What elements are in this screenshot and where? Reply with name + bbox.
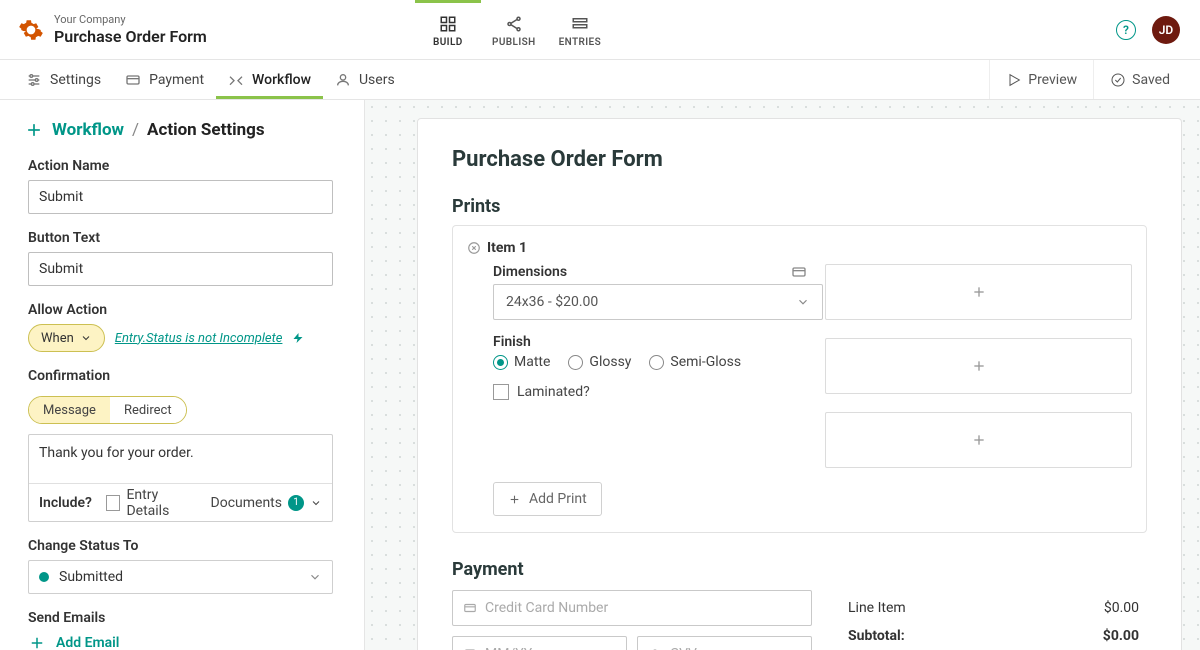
chevron-down-icon: [796, 295, 810, 309]
avatar[interactable]: JD: [1152, 16, 1180, 44]
subtab-payment[interactable]: Payment: [113, 60, 216, 99]
check-circle-icon: [1110, 72, 1126, 88]
prints-item-box: Item 1 Dimensions 24x36 - $20.00: [452, 225, 1147, 533]
action-name-input[interactable]: [28, 180, 333, 214]
subtotal-value: $0.00: [1103, 628, 1139, 644]
workflow-icon: [228, 72, 244, 88]
cc-cvv-input[interactable]: CVV: [637, 636, 812, 650]
status-value: Submitted: [59, 569, 123, 585]
plus-icon[interactable]: [24, 120, 44, 140]
saved-indicator: Saved: [1093, 60, 1186, 99]
mode-tabs: BUILD PUBLISH ENTRIES: [415, 0, 613, 59]
breadcrumb: Workflow / Action Settings: [24, 120, 336, 140]
subtotal-label: Subtotal:: [848, 628, 905, 644]
confirmation-box: Thank you for your order. Include? Entry…: [28, 434, 333, 522]
button-text-label: Button Text: [28, 230, 336, 246]
brand: Your Company Purchase Order Form: [0, 0, 225, 59]
action-name-label: Action Name: [28, 158, 336, 174]
cc-exp-input[interactable]: MM/YY: [452, 636, 627, 650]
seg-redirect[interactable]: Redirect: [110, 397, 186, 423]
user-icon: [335, 72, 351, 88]
breadcrumb-workflow-link[interactable]: Workflow: [52, 120, 124, 140]
plus-icon: [971, 358, 987, 374]
add-field-slot[interactable]: [825, 412, 1132, 468]
build-icon: [439, 15, 457, 33]
include-documents[interactable]: Documents 1: [211, 495, 322, 511]
chevron-down-icon: [80, 332, 92, 344]
dimensions-select[interactable]: 24x36 - $20.00: [493, 284, 823, 320]
finish-glossy[interactable]: Glossy: [568, 354, 631, 370]
rule-link[interactable]: Entry.Status is not Incomplete: [115, 331, 283, 346]
form-name: Purchase Order Form: [54, 27, 207, 46]
confirmation-message[interactable]: Thank you for your order.: [29, 435, 332, 483]
send-emails-label: Send Emails: [28, 610, 336, 626]
allow-action-label: Allow Action: [28, 302, 336, 318]
seg-message[interactable]: Message: [29, 397, 110, 423]
finish-matte[interactable]: Matte: [493, 354, 550, 370]
cc-number-input[interactable]: Credit Card Number: [452, 590, 812, 626]
when-pill[interactable]: When: [28, 324, 105, 352]
tab-publish[interactable]: PUBLISH: [481, 0, 547, 59]
close-circle-icon[interactable]: [467, 241, 481, 255]
status-select[interactable]: Submitted: [28, 560, 333, 594]
change-status-label: Change Status To: [28, 538, 336, 554]
plus-icon: [508, 493, 521, 506]
finish-semi[interactable]: Semi-Gloss: [649, 354, 741, 370]
subtab-settings[interactable]: Settings: [14, 60, 113, 99]
payment-section-title: Payment: [452, 559, 1147, 580]
share-icon: [505, 15, 523, 33]
subtab-users[interactable]: Users: [323, 60, 407, 99]
plus-icon: [971, 432, 987, 448]
finish-label: Finish: [493, 334, 807, 350]
card-icon: [125, 72, 141, 88]
confirmation-label: Confirmation: [28, 368, 336, 384]
form-preview: Purchase Order Form Prints Item 1 Dimens…: [417, 118, 1182, 650]
line-item-value: $0.00: [1104, 600, 1139, 616]
form-title: Purchase Order Form: [452, 147, 1147, 172]
add-field-slot[interactable]: [825, 338, 1132, 394]
add-print-button[interactable]: Add Print: [493, 482, 602, 516]
plus-icon: [971, 284, 987, 300]
preview-button[interactable]: Preview: [989, 60, 1093, 99]
form-canvas: Purchase Order Form Prints Item 1 Dimens…: [365, 100, 1200, 650]
card-icon: [791, 264, 807, 280]
include-label: Include?: [39, 495, 92, 511]
prints-section-title: Prints: [452, 196, 1147, 217]
tab-entries[interactable]: ENTRIES: [547, 0, 613, 59]
add-email-button[interactable]: Add Email: [28, 634, 336, 650]
plus-icon: [28, 634, 46, 650]
confirmation-toggle: Message Redirect: [28, 396, 187, 424]
button-text-input[interactable]: [28, 252, 333, 286]
doc-count-badge: 1: [288, 495, 304, 511]
help-icon[interactable]: ?: [1116, 20, 1136, 40]
checkbox-icon: [106, 495, 121, 511]
play-icon: [1006, 72, 1022, 88]
entries-icon: [571, 15, 589, 33]
settings-sidebar: Workflow / Action Settings Action Name B…: [0, 100, 365, 650]
tab-build[interactable]: BUILD: [415, 0, 481, 59]
sliders-icon: [26, 72, 42, 88]
company-name: Your Company: [54, 13, 207, 26]
checkbox-icon: [493, 384, 509, 400]
totals-panel: Line Item $0.00 Subtotal: $0.00: [828, 590, 1147, 650]
card-icon: [463, 601, 477, 615]
chevron-down-icon: [308, 570, 322, 584]
add-field-slot[interactable]: [825, 264, 1132, 320]
item-header: Item 1: [467, 236, 1132, 264]
subtab-workflow[interactable]: Workflow: [216, 60, 323, 99]
chevron-down-icon: [310, 497, 322, 509]
lightning-icon: [292, 332, 304, 344]
top-header: Your Company Purchase Order Form BUILD P…: [0, 0, 1200, 60]
subheader: Settings Payment Workflow Users Preview …: [0, 60, 1200, 100]
status-dot-icon: [39, 572, 49, 582]
line-item-label: Line Item: [848, 600, 906, 616]
include-entry-details[interactable]: Entry Details: [106, 487, 197, 519]
gear-icon: [18, 17, 44, 43]
breadcrumb-current: Action Settings: [147, 120, 265, 140]
dimensions-label: Dimensions: [493, 264, 807, 280]
laminated-checkbox[interactable]: Laminated?: [493, 384, 807, 400]
